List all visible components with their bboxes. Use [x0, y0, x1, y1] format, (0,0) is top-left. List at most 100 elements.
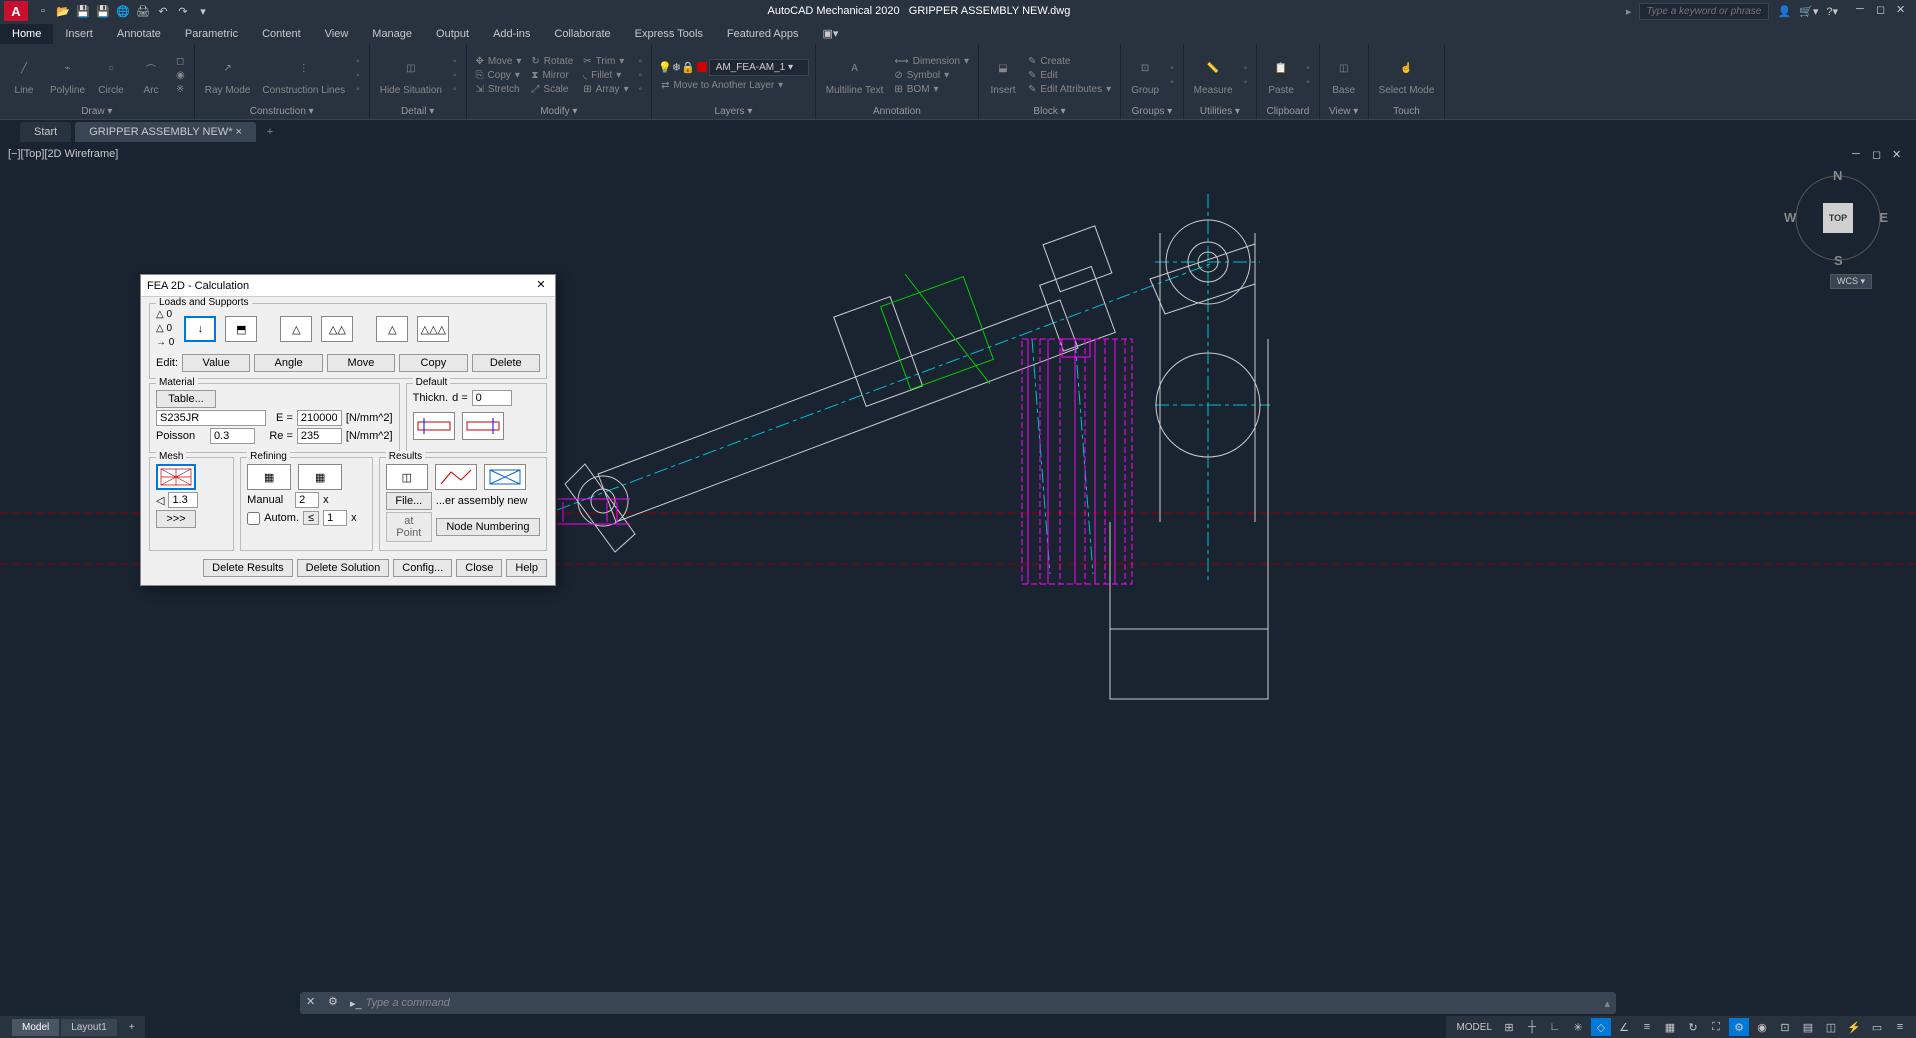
tab-content[interactable]: Content: [250, 24, 313, 44]
panel-title-modify[interactable]: Modify ▾: [473, 104, 646, 119]
draw-misc-2[interactable]: ◉: [173, 69, 188, 82]
mesh-more-button[interactable]: >>>: [156, 510, 196, 528]
tab-parametric[interactable]: Parametric: [173, 24, 250, 44]
move-to-layer-button[interactable]: ⇄ Move to Another Layer ▾: [658, 79, 809, 92]
selectmode-button[interactable]: ☝Select Mode: [1375, 53, 1439, 98]
layout-layout1[interactable]: Layout1: [61, 1019, 117, 1036]
tab-addins[interactable]: Add-ins: [481, 24, 542, 44]
tab-insert[interactable]: Insert: [53, 24, 105, 44]
autom-input[interactable]: [323, 510, 347, 526]
dialog-titlebar[interactable]: FEA 2D - Calculation ✕: [141, 275, 555, 297]
panel-title-groups[interactable]: Groups ▾: [1127, 104, 1177, 119]
block-edit-button[interactable]: ✎ Edit: [1025, 69, 1114, 82]
block-editattr-button[interactable]: ✎ Edit Attributes ▾: [1025, 83, 1114, 96]
rotate-button[interactable]: ↻ Rotate: [528, 55, 576, 68]
help-button[interactable]: Help: [506, 559, 547, 577]
snap-icon[interactable]: ┼: [1522, 1018, 1542, 1036]
re-input[interactable]: [297, 428, 342, 444]
help-icon[interactable]: ?▾: [1826, 5, 1838, 18]
cycling-icon[interactable]: ↻: [1683, 1018, 1703, 1036]
table-button[interactable]: Table...: [156, 390, 216, 408]
plot-icon[interactable]: 🖨: [134, 2, 152, 20]
tab-dropdown-icon[interactable]: ▣▾: [810, 23, 850, 44]
tab-featured[interactable]: Featured Apps: [715, 24, 811, 44]
doc-tab-gripper[interactable]: GRIPPER ASSEMBLY NEW* ×: [75, 122, 256, 142]
new-icon[interactable]: ▫: [34, 2, 52, 20]
draw-misc-3[interactable]: ※: [173, 83, 188, 96]
signin-icon[interactable]: 👤: [1777, 5, 1791, 18]
doc-tab-close-icon[interactable]: ×: [236, 126, 242, 138]
undo-icon[interactable]: ↶: [154, 2, 172, 20]
annoscale-icon[interactable]: ⛶: [1706, 1018, 1726, 1036]
qat-more-icon[interactable]: ▾: [194, 2, 212, 20]
tab-manage[interactable]: Manage: [360, 24, 424, 44]
material-name-input[interactable]: [156, 410, 266, 426]
group-button[interactable]: ⊡Group: [1127, 53, 1163, 98]
mesh-icon[interactable]: [156, 464, 196, 490]
e-input[interactable]: [297, 410, 342, 426]
panel-title-draw[interactable]: Draw ▾: [6, 104, 188, 119]
fillet-button[interactable]: ◟ Fillet ▾: [580, 69, 631, 82]
move-button-dlg[interactable]: Move: [327, 354, 395, 372]
stretch-button[interactable]: ⇲ Stretch: [473, 83, 525, 96]
close-button[interactable]: Close: [456, 559, 502, 577]
grid-icon[interactable]: ⊞: [1499, 1018, 1519, 1036]
polyline-button[interactable]: ⌁Polyline: [46, 53, 89, 98]
tab-output[interactable]: Output: [424, 24, 481, 44]
workspace-icon[interactable]: ⚙: [1729, 1018, 1749, 1036]
array-button[interactable]: ⊞ Array ▾: [580, 83, 631, 96]
default-type-1-icon[interactable]: [413, 412, 455, 440]
measure-button[interactable]: 📏Measure: [1190, 53, 1237, 98]
tab-express[interactable]: Express Tools: [623, 24, 715, 44]
dialog-close-icon[interactable]: ✕: [533, 278, 549, 294]
mesh-density-input[interactable]: [168, 492, 198, 508]
trim-button[interactable]: ✂ Trim ▾: [580, 55, 631, 68]
maximize-icon[interactable]: ◻: [1876, 3, 1892, 19]
lineweight-icon[interactable]: ≡: [1637, 1018, 1657, 1036]
insert-button[interactable]: ⬓Insert: [985, 53, 1021, 98]
marketplace-icon[interactable]: 🛒▾: [1799, 5, 1818, 18]
dimension-button[interactable]: ⟷ Dimension ▾: [891, 55, 972, 68]
tab-annotate[interactable]: Annotate: [105, 24, 173, 44]
mtext-button[interactable]: AMultiline Text: [822, 53, 888, 98]
polar-icon[interactable]: ✳: [1568, 1018, 1588, 1036]
move-button[interactable]: ✥ Move ▾: [473, 55, 525, 68]
support-type-1-icon[interactable]: △: [280, 316, 312, 342]
arc-button[interactable]: ⌒Arc: [133, 53, 169, 98]
close-icon[interactable]: ✕: [1896, 3, 1912, 19]
redo-icon[interactable]: ↷: [174, 2, 192, 20]
customize-icon[interactable]: ≡: [1890, 1018, 1910, 1036]
block-create-button[interactable]: ✎ Create: [1025, 55, 1114, 68]
doc-tab-start[interactable]: Start: [20, 122, 71, 142]
symbol-button[interactable]: ⊘ Symbol ▾: [891, 69, 972, 82]
autom-checkbox[interactable]: [247, 512, 260, 525]
layout-add-button[interactable]: +: [119, 1019, 145, 1036]
poisson-input[interactable]: [210, 428, 255, 444]
refine-2-icon[interactable]: ▦: [298, 464, 342, 490]
autom-le-button[interactable]: ≤: [303, 511, 319, 525]
support-type-3-icon[interactable]: △: [376, 316, 408, 342]
thickness-input[interactable]: [472, 390, 512, 406]
panel-title-layers[interactable]: Layers ▾: [658, 104, 809, 119]
draw-misc-1[interactable]: ◻: [173, 55, 188, 68]
annomonitor-icon[interactable]: ◉: [1752, 1018, 1772, 1036]
panel-title-utilities[interactable]: Utilities ▾: [1190, 104, 1250, 119]
units-icon[interactable]: ⊡: [1775, 1018, 1795, 1036]
atpoint-button[interactable]: at Point: [386, 512, 432, 542]
hide-situation-button[interactable]: ◫Hide Situation: [376, 53, 446, 98]
layer-dropdown[interactable]: AM_FEA-AM_1 ▾: [709, 59, 809, 76]
file-button[interactable]: File...: [386, 492, 432, 510]
scale-button[interactable]: ⤢ Scale: [528, 83, 576, 96]
load-type-1-icon[interactable]: ↓: [184, 316, 216, 342]
result-1-icon[interactable]: ◫: [386, 464, 428, 490]
paste-button[interactable]: 📋Paste: [1263, 53, 1299, 98]
web-icon[interactable]: 🌐: [114, 2, 132, 20]
ortho-icon[interactable]: ∟: [1545, 1018, 1565, 1036]
cleanscreen-icon[interactable]: ▭: [1867, 1018, 1887, 1036]
result-2-icon[interactable]: [435, 464, 477, 490]
bom-button[interactable]: ⊞ BOM ▾: [891, 83, 972, 96]
support-type-2-icon[interactable]: △△: [321, 316, 353, 342]
layout-model[interactable]: Model: [12, 1019, 59, 1036]
config-button[interactable]: Config...: [393, 559, 452, 577]
cmdline-close-icon[interactable]: ✕: [306, 995, 322, 1011]
